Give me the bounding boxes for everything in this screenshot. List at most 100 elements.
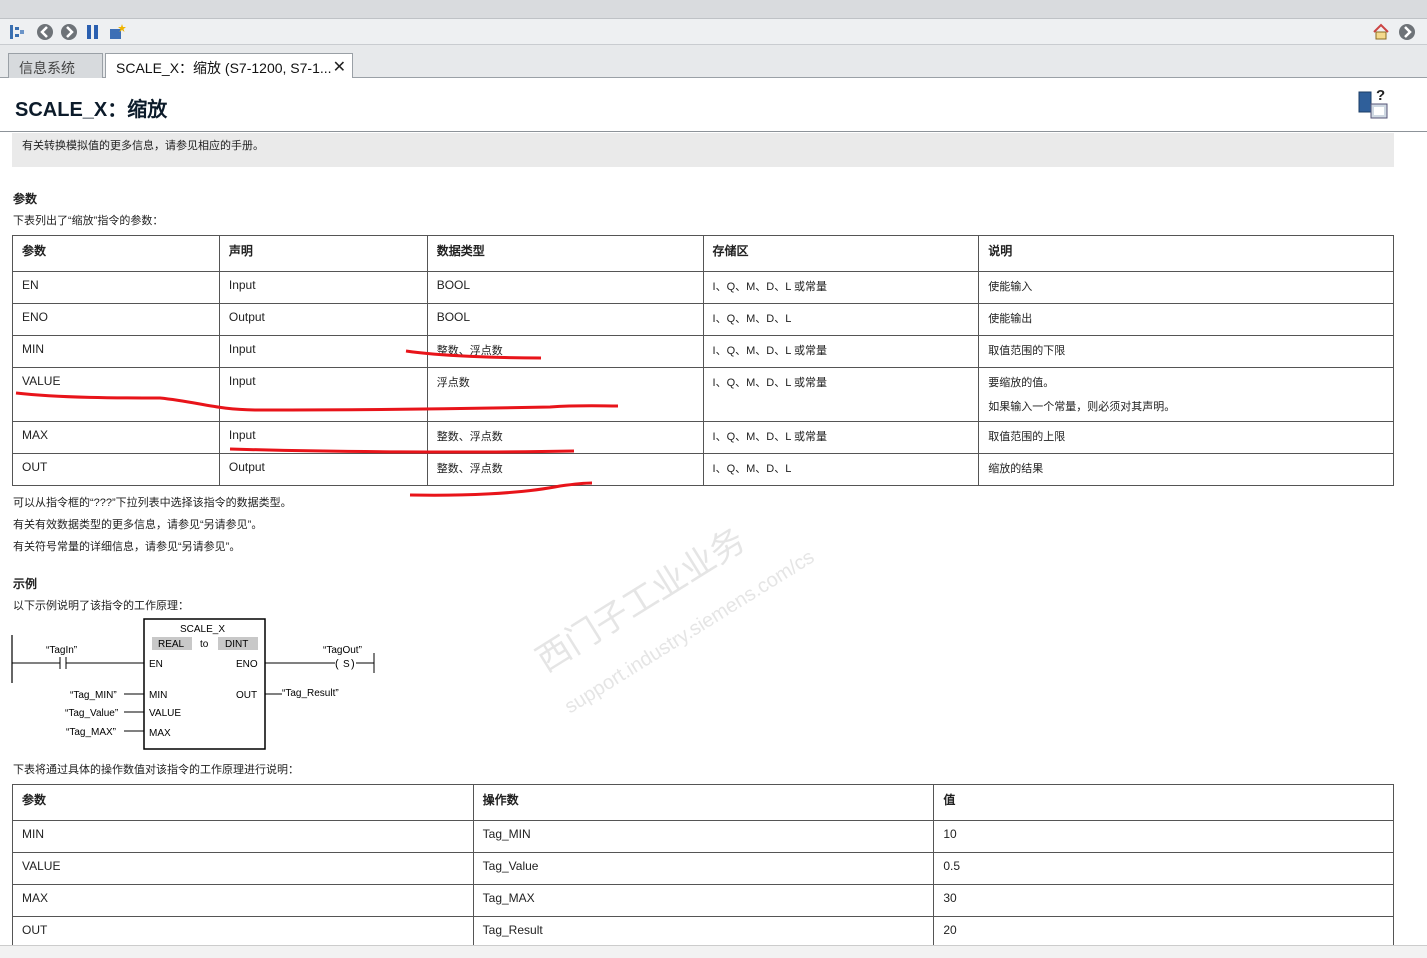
tag-min-label: “Tag_MIN”: [70, 690, 117, 701]
value-cell: 10: [933, 820, 1394, 853]
forward-icon[interactable]: [60, 23, 78, 41]
type-from: REAL: [158, 639, 185, 650]
param-cell: EN: [12, 271, 220, 304]
param-cell: OUT: [12, 916, 474, 945]
table-row: ENO Output BOOL I、Q、M、D、L 使能输出: [12, 303, 1394, 336]
tag-value-label: “Tag_Value”: [65, 708, 118, 719]
param-cell: MIN: [12, 335, 220, 368]
pin-max: MAX: [149, 728, 171, 739]
declaration-cell: Input: [218, 335, 428, 368]
description-cell: 要缩放的值。 如果输入一个常量，则必须对其声明。: [978, 367, 1394, 422]
params-note: 有关符号常量的详细信息，请参见“另请参见”。: [13, 541, 241, 553]
type-to: DINT: [225, 639, 248, 650]
close-icon[interactable]: ✕: [333, 57, 346, 77]
table-header-row: 参数 声明 数据类型 存储区 说明: [12, 235, 1394, 272]
pin-en: EN: [149, 659, 163, 670]
table-row: VALUE Tag_Value 0.5: [12, 852, 1394, 885]
params-note: 有关有效数据类型的更多信息，请参见“另请参见”。: [13, 519, 263, 531]
description-line: 如果输入一个常量，则必须对其声明。: [988, 401, 1176, 413]
declaration-cell: Input: [218, 421, 428, 454]
params-table: 参数 声明 数据类型 存储区 说明 EN Input BOOL I、Q、M、D、…: [12, 235, 1394, 486]
param-cell: MIN: [12, 820, 474, 853]
column-header: 参数: [12, 784, 474, 821]
param-cell: MAX: [12, 421, 220, 454]
tag-max-label: “Tag_MAX”: [66, 727, 116, 738]
tab-scale-x[interactable]: SCALE_X：缩放 (S7-1200, S7-1... ✕: [105, 53, 353, 79]
table-row: MIN Input 整数、浮点数 I、Q、M、D、L 或常量 取值范围的下限: [12, 335, 1394, 368]
column-header: 操作数: [472, 784, 935, 821]
datatype-cell: BOOL: [426, 303, 704, 336]
table-row: EN Input BOOL I、Q、M、D、L 或常量 使能输入: [12, 271, 1394, 304]
datatype-cell: 浮点数: [426, 367, 704, 422]
example-intro: 以下示例说明了该指令的工作原理：: [13, 600, 189, 612]
tab-label: 信息系统: [19, 60, 75, 76]
note-text: 有关转换模拟值的更多信息，请参见相应的手册。: [22, 140, 264, 152]
operand-cell: Tag_MAX: [472, 884, 935, 917]
block-name: SCALE_X: [180, 624, 225, 635]
memory-area-cell: I、Q、M、D、L 或常量: [702, 271, 980, 304]
memory-area-cell: I、Q、M、D、L 或常量: [702, 421, 980, 454]
value-cell: 0.5: [933, 852, 1394, 885]
description-cell: 缩放的结果: [978, 453, 1394, 486]
example-table-intro: 下表将通过具体的操作数值对该指令的工作原理进行说明：: [13, 764, 299, 776]
tab-info-system[interactable]: 信息系统: [8, 53, 103, 78]
params-intro: 下表列出了“缩放”指令的参数：: [13, 215, 164, 227]
description-cell: 取值范围的下限: [978, 335, 1394, 368]
params-heading: 参数: [13, 192, 38, 206]
memory-area-cell: I、Q、M、D、L 或常量: [702, 367, 980, 422]
pin-min: MIN: [149, 690, 167, 701]
column-header: 数据类型: [426, 235, 704, 272]
description-line: 要缩放的值。: [988, 377, 1055, 389]
description-cell: 使能输出: [978, 303, 1394, 336]
param-cell: VALUE: [12, 852, 474, 885]
tab-bar: 信息系统 SCALE_X：缩放 (S7-1200, S7-1... ✕: [0, 45, 1427, 79]
page-header: SCALE_X：缩放 ?: [0, 78, 1427, 132]
operand-cell: Tag_Result: [472, 916, 935, 945]
back-icon[interactable]: [36, 23, 54, 41]
type-to-word: to: [200, 639, 209, 650]
help-content: 有关转换模拟值的更多信息，请参见相应的手册。 参数 下表列出了“缩放”指令的参数…: [0, 133, 1427, 945]
taskbar: [0, 945, 1427, 958]
memory-area-cell: I、Q、M、D、L 或常量: [702, 335, 980, 368]
column-header: 值: [933, 784, 1394, 821]
tree-icon[interactable]: [8, 23, 26, 41]
window-top-strip: [0, 0, 1427, 19]
value-cell: 20: [933, 916, 1394, 945]
datatype-cell: BOOL: [426, 271, 704, 304]
home-icon[interactable]: [1372, 23, 1390, 41]
example-heading: 示例: [13, 577, 38, 591]
tag-in-label: “TagIn”: [46, 645, 77, 656]
column-header: 存储区: [702, 235, 980, 272]
table-header-row: 参数 操作数 值: [12, 784, 1394, 821]
column-header: 声明: [218, 235, 428, 272]
memory-area-cell: I、Q、M、D、L: [702, 303, 980, 336]
star-icon[interactable]: [108, 23, 126, 41]
table-row: VALUE Input 浮点数 I、Q、M、D、L 或常量 要缩放的值。 如果输…: [12, 367, 1394, 422]
coil-symbol: (: [335, 658, 339, 670]
coil-label: S: [343, 659, 350, 670]
table-row: OUT Output 整数、浮点数 I、Q、M、D、L 缩放的结果: [12, 453, 1394, 486]
toolbar: [0, 19, 1427, 45]
coil-symbol: ): [351, 658, 355, 670]
table-row: MAX Input 整数、浮点数 I、Q、M、D、L 或常量 取值范围的上限: [12, 421, 1394, 454]
declaration-cell: Input: [218, 367, 428, 422]
param-cell: ENO: [12, 303, 220, 336]
pause-icon[interactable]: [84, 23, 102, 41]
help-icon[interactable]: ?: [1357, 86, 1391, 120]
param-cell: VALUE: [12, 367, 220, 422]
example-table: 参数 操作数 值 MIN Tag_MIN 10 VALUE Tag_Value …: [12, 784, 1394, 945]
declaration-cell: Output: [218, 453, 428, 486]
tag-result-label: “Tag_Result”: [282, 688, 339, 699]
param-cell: MAX: [12, 884, 474, 917]
param-cell: OUT: [12, 453, 220, 486]
datatype-cell: 整数、浮点数: [426, 453, 704, 486]
pin-eno: ENO: [236, 659, 258, 670]
description-cell: 使能输入: [978, 271, 1394, 304]
column-header: 参数: [12, 235, 220, 272]
table-row: OUT Tag_Result 20: [12, 916, 1394, 945]
forward-icon[interactable]: [1398, 23, 1416, 41]
datatype-cell: 整数、浮点数: [426, 335, 704, 368]
tab-label: SCALE_X：缩放 (S7-1200, S7-1...: [116, 60, 332, 76]
page-title: SCALE_X：缩放: [15, 99, 168, 121]
datatype-cell: 整数、浮点数: [426, 421, 704, 454]
